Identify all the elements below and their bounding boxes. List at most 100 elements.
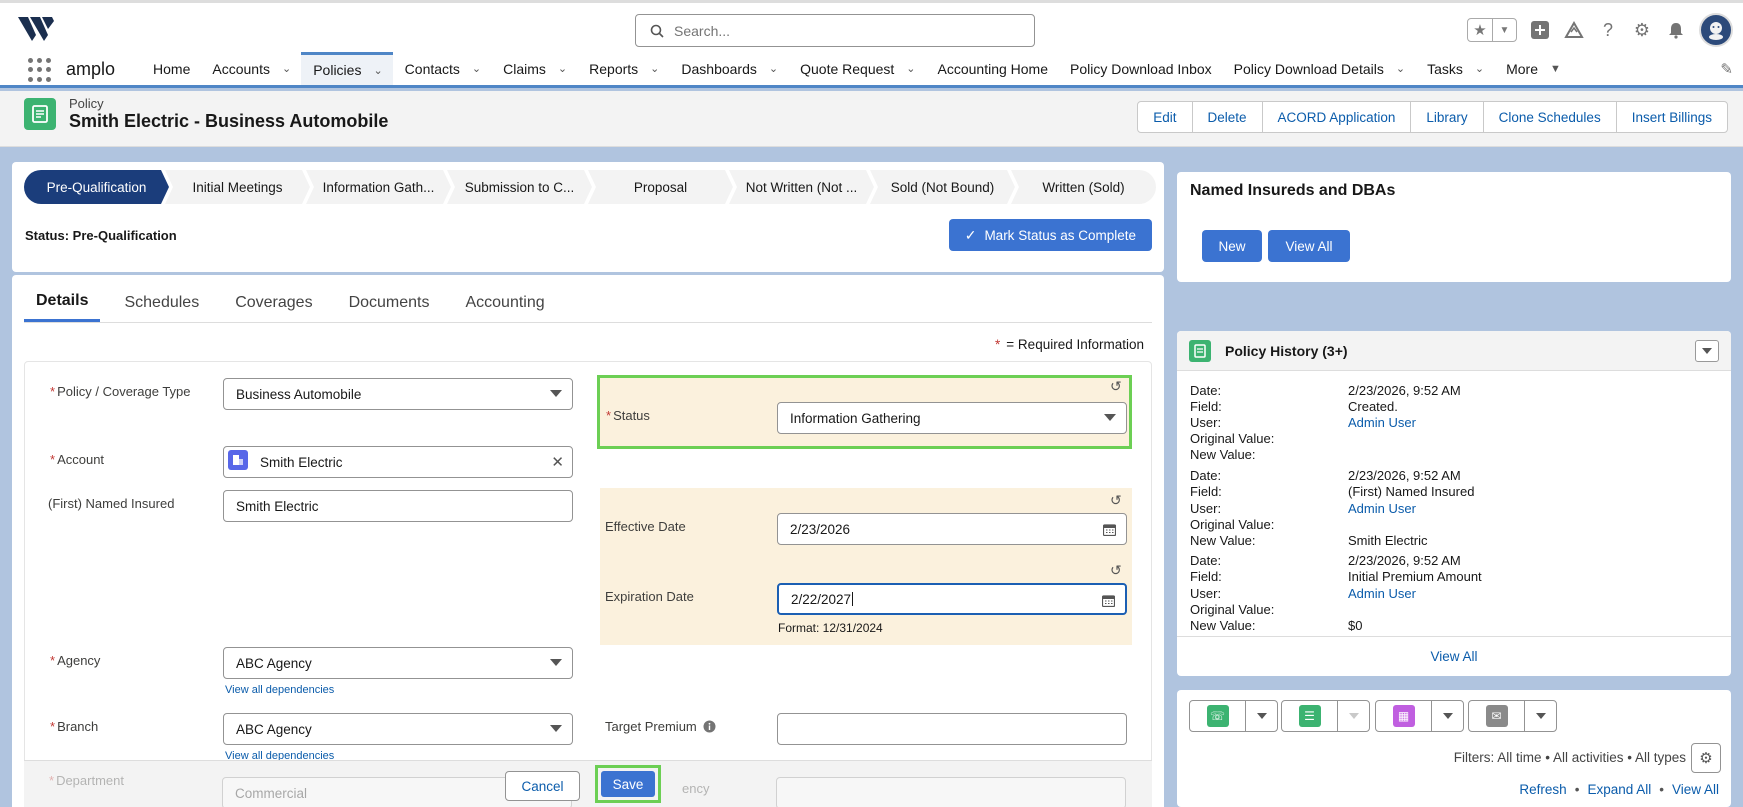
named-insured-input[interactable]: Smith Electric xyxy=(223,490,573,522)
history-menu-button[interactable] xyxy=(1695,340,1719,362)
nav-item-policies[interactable]: Policies ⌄ xyxy=(301,52,393,85)
chevron-down-icon[interactable]: ⌄ xyxy=(282,62,291,75)
gear-icon[interactable]: ⚙ xyxy=(1691,743,1721,773)
favorites-group[interactable]: ★ ▼ xyxy=(1467,18,1517,42)
new-event-button[interactable]: ▦ xyxy=(1375,700,1464,732)
caret-down-icon[interactable]: ▼ xyxy=(1550,63,1561,75)
clone-schedules-button[interactable]: Clone Schedules xyxy=(1482,102,1616,132)
path-step-proposal[interactable]: Proposal xyxy=(588,170,733,204)
chevron-down-icon[interactable]: ⌄ xyxy=(558,62,567,75)
library-button[interactable]: Library xyxy=(1410,102,1482,132)
user-link[interactable]: Admin User xyxy=(1348,415,1416,431)
account-lookup[interactable]: Smith Electric ✕ xyxy=(223,446,573,478)
record-action-buttons: Edit Delete ACORD Application Library Cl… xyxy=(1137,101,1728,133)
path-step-pre-qualification[interactable]: Pre-Qualification xyxy=(24,170,169,204)
branch-select[interactable]: ABC Agency xyxy=(223,713,573,745)
tab-accounting[interactable]: Accounting xyxy=(453,283,556,322)
nav-item-dashboards[interactable]: Dashboards ⌄ xyxy=(669,52,788,85)
path-step-not-written[interactable]: Not Written (Not ... xyxy=(729,170,874,204)
edit-button[interactable]: Edit xyxy=(1138,102,1191,132)
user-link[interactable]: Admin User xyxy=(1348,586,1416,602)
calendar-icon[interactable] xyxy=(1103,523,1116,536)
trailhead-icon[interactable] xyxy=(1563,19,1585,41)
global-actions-icon[interactable] xyxy=(1529,19,1551,41)
help-icon[interactable]: ? xyxy=(1597,19,1619,41)
view-all-named-insureds-button[interactable]: View All xyxy=(1268,230,1350,262)
chevron-down-icon[interactable]: ⌄ xyxy=(906,62,915,75)
undo-icon[interactable]: ↺ xyxy=(1110,492,1122,509)
path-step-written-sold[interactable]: Written (Sold) xyxy=(1011,170,1156,204)
tab-documents[interactable]: Documents xyxy=(337,283,442,322)
chevron-down-icon[interactable]: ⌄ xyxy=(373,64,382,77)
acord-application-button[interactable]: ACORD Application xyxy=(1261,102,1411,132)
path-step-information-gathering[interactable]: Information Gath... xyxy=(306,170,451,204)
star-icon[interactable]: ★ xyxy=(1468,19,1492,41)
global-search-input[interactable]: Search... xyxy=(635,14,1035,47)
close-icon[interactable]: ✕ xyxy=(551,453,564,471)
mark-status-complete-button[interactable]: ✓ Mark Status as Complete xyxy=(948,219,1152,251)
chevron-down-icon[interactable] xyxy=(1524,701,1556,731)
nav-item-reports[interactable]: Reports ⌄ xyxy=(577,52,669,85)
chevron-down-icon[interactable]: ⌄ xyxy=(1396,62,1405,75)
status-select[interactable]: Information Gathering xyxy=(777,402,1127,434)
tab-details[interactable]: Details xyxy=(24,283,101,322)
nav-item-home[interactable]: Home xyxy=(141,52,200,85)
save-button[interactable]: Save xyxy=(601,771,655,797)
undo-icon[interactable]: ↺ xyxy=(1110,378,1122,395)
expand-all-link[interactable]: Expand All xyxy=(1587,782,1651,797)
history-view-all-link[interactable]: View All xyxy=(1177,636,1731,676)
calendar-icon[interactable] xyxy=(1102,594,1115,607)
pencil-icon[interactable]: ✎ xyxy=(1720,60,1733,78)
nav-item-policy-download-details[interactable]: Policy Download Details ⌄ xyxy=(1222,52,1415,85)
named-insureds-card: Named Insureds and DBAs New View All xyxy=(1177,172,1731,282)
tab-schedules[interactable]: Schedules xyxy=(112,283,211,322)
email-button[interactable]: ✉ xyxy=(1468,700,1557,732)
faded-field-input[interactable] xyxy=(776,777,1126,807)
tab-coverages[interactable]: Coverages xyxy=(223,283,324,322)
new-named-insured-button[interactable]: New xyxy=(1202,230,1262,262)
nav-item-contacts[interactable]: Contacts ⌄ xyxy=(393,52,491,85)
nav-item-accounts[interactable]: Accounts ⌄ xyxy=(200,52,301,85)
nav-item-tasks[interactable]: Tasks ⌄ xyxy=(1415,52,1494,85)
expiration-date-input[interactable]: 2/22/2027 xyxy=(777,583,1127,615)
target-premium-input[interactable] xyxy=(777,713,1127,745)
gear-icon[interactable]: ⚙ xyxy=(1631,19,1653,41)
path-step-initial-meetings[interactable]: Initial Meetings xyxy=(165,170,310,204)
effective-date-input[interactable]: 2/23/2026 xyxy=(777,513,1127,545)
delete-button[interactable]: Delete xyxy=(1191,102,1262,132)
agency-select[interactable]: ABC Agency xyxy=(223,647,573,679)
path-step-sold-not-bound[interactable]: Sold (Not Bound) xyxy=(870,170,1015,204)
avatar[interactable] xyxy=(1699,13,1733,47)
agency-dependencies-link[interactable]: View all dependencies xyxy=(225,684,334,696)
info-icon[interactable] xyxy=(703,720,716,733)
undo-icon[interactable]: ↺ xyxy=(1110,562,1122,579)
nav-item-quote-request[interactable]: Quote Request ⌄ xyxy=(788,52,925,85)
chevron-down-icon[interactable]: ⌄ xyxy=(472,62,481,75)
log-call-button[interactable]: ☏ xyxy=(1189,700,1278,732)
nav-item-accounting-home[interactable]: Accounting Home xyxy=(926,52,1059,85)
cancel-button[interactable]: Cancel xyxy=(505,771,580,801)
chevron-down-icon[interactable]: ⌄ xyxy=(1475,62,1484,75)
refresh-link[interactable]: Refresh xyxy=(1519,782,1566,797)
path-step-submission[interactable]: Submission to C... xyxy=(447,170,592,204)
nav-item-policy-download-inbox[interactable]: Policy Download Inbox xyxy=(1058,52,1222,85)
calendar-icon: ▦ xyxy=(1392,705,1415,727)
nav-item-more[interactable]: More ▼ xyxy=(1494,52,1571,85)
expiration-date-label: Expiration Date xyxy=(605,589,694,604)
bell-icon[interactable] xyxy=(1665,19,1687,41)
org-logo-icon[interactable] xyxy=(16,15,56,43)
chevron-down-icon[interactable] xyxy=(1245,701,1277,731)
user-link[interactable]: Admin User xyxy=(1348,501,1416,517)
global-header: Search... ★ ▼ ? ⚙ xyxy=(0,0,1743,52)
insert-billings-button[interactable]: Insert Billings xyxy=(1615,102,1727,132)
chevron-down-icon[interactable] xyxy=(1431,701,1463,731)
chevron-down-icon[interactable]: ⌄ xyxy=(769,62,778,75)
chevron-down-icon[interactable]: ⌄ xyxy=(650,62,659,75)
policy-type-select[interactable]: Business Automobile xyxy=(223,378,573,410)
nav-item-claims[interactable]: Claims ⌄ xyxy=(491,52,577,85)
chevron-down-icon[interactable]: ▼ xyxy=(1492,19,1516,41)
activity-view-all-link[interactable]: View All xyxy=(1672,782,1719,797)
app-launcher-icon[interactable] xyxy=(28,58,52,82)
named-insureds-title: Named Insureds and DBAs xyxy=(1190,182,1396,199)
new-task-button[interactable]: ☰ xyxy=(1281,700,1370,732)
